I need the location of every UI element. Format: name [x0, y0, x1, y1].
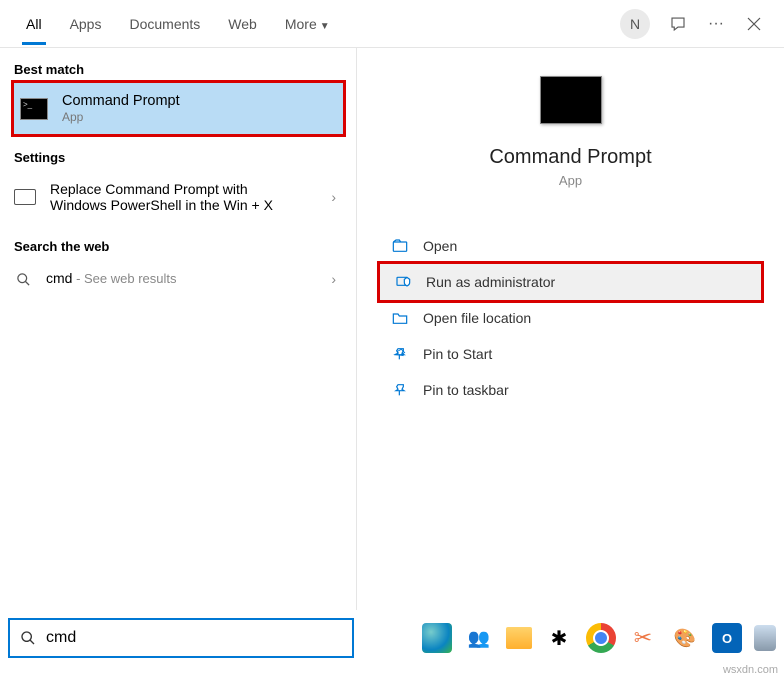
taskbar-slack-icon[interactable]: ✱: [544, 623, 574, 653]
tab-web[interactable]: Web: [214, 4, 271, 44]
result-subtitle: App: [62, 110, 337, 124]
taskbar-edge-icon[interactable]: [422, 623, 452, 653]
content-area: Best match Command Prompt App Settings R…: [0, 48, 784, 610]
preview-subtitle: App: [559, 173, 582, 188]
best-match-label: Best match: [0, 56, 356, 83]
watermark: wsxdn.com: [723, 664, 778, 676]
action-open[interactable]: Open: [377, 228, 764, 264]
action-pin-to-taskbar[interactable]: Pin to taskbar: [377, 372, 764, 408]
action-fileloc-label: Open file location: [423, 310, 531, 326]
taskbar-teams-icon[interactable]: 👥: [464, 623, 494, 653]
chevron-down-icon: ▼: [320, 21, 330, 32]
taskbar-snip-icon[interactable]: ✂: [628, 623, 658, 653]
open-icon: [391, 238, 409, 254]
shield-icon: [394, 274, 412, 290]
search-tabs: All Apps Documents Web More▼ N ···: [0, 0, 784, 48]
settings-line2: Windows PowerShell in the Win + X: [50, 197, 317, 213]
tab-all[interactable]: All: [12, 4, 56, 44]
tab-documents[interactable]: Documents: [115, 4, 214, 44]
tab-more[interactable]: More▼: [271, 4, 344, 44]
result-command-prompt[interactable]: Command Prompt App: [11, 80, 346, 137]
taskbar-paint-icon[interactable]: 🎨: [670, 623, 700, 653]
action-runadmin-label: Run as administrator: [426, 274, 555, 290]
chevron-right-icon: ›: [331, 271, 342, 287]
action-open-label: Open: [423, 238, 457, 254]
pin-icon: [391, 382, 409, 398]
search-input[interactable]: [46, 629, 342, 647]
close-icon[interactable]: [744, 14, 764, 34]
preview-app-icon: [540, 76, 602, 124]
results-panel: Best match Command Prompt App Settings R…: [0, 48, 356, 610]
search-bar[interactable]: [8, 618, 354, 658]
more-options-icon[interactable]: ···: [706, 14, 726, 34]
taskbar-outlook-icon[interactable]: O: [712, 623, 742, 653]
settings-line1: Replace Command Prompt with: [50, 181, 317, 197]
action-run-as-administrator[interactable]: Run as administrator: [377, 261, 764, 303]
result-settings-replace-cmd[interactable]: Replace Command Prompt with Windows Powe…: [0, 171, 356, 223]
action-open-file-location[interactable]: Open file location: [377, 300, 764, 336]
web-term: cmd: [46, 270, 72, 286]
header-actions: N ···: [620, 9, 772, 39]
folder-icon: [391, 310, 409, 326]
tab-apps[interactable]: Apps: [56, 4, 116, 44]
result-web-cmd[interactable]: cmd - See web results ›: [0, 260, 356, 298]
preview-panel: Command Prompt App Open Run as administr…: [356, 48, 784, 610]
action-pinstart-label: Pin to Start: [423, 346, 492, 362]
web-suffix: - See web results: [72, 271, 176, 286]
search-web-label: Search the web: [0, 233, 356, 260]
settings-label: Settings: [0, 144, 356, 171]
pin-icon: [391, 346, 409, 362]
user-avatar[interactable]: N: [620, 9, 650, 39]
taskbar-chrome-icon[interactable]: [586, 623, 616, 653]
taskbar: 👥 ✱ ✂ 🎨 O: [422, 618, 776, 658]
settings-icon: [14, 189, 36, 205]
search-icon: [20, 630, 36, 646]
taskbar-file-explorer-icon[interactable]: [506, 627, 532, 649]
search-icon: [14, 270, 32, 288]
action-pin-to-start[interactable]: Pin to Start: [377, 336, 764, 372]
taskbar-desktop-icon[interactable]: [754, 625, 776, 651]
preview-title: Command Prompt: [489, 146, 651, 169]
chevron-right-icon: ›: [331, 189, 342, 205]
command-prompt-icon: [20, 98, 48, 120]
feedback-icon[interactable]: [668, 14, 688, 34]
actions-list: Open Run as administrator Open file loca…: [357, 228, 784, 408]
result-title: Command Prompt: [62, 93, 337, 109]
action-pintask-label: Pin to taskbar: [423, 382, 509, 398]
